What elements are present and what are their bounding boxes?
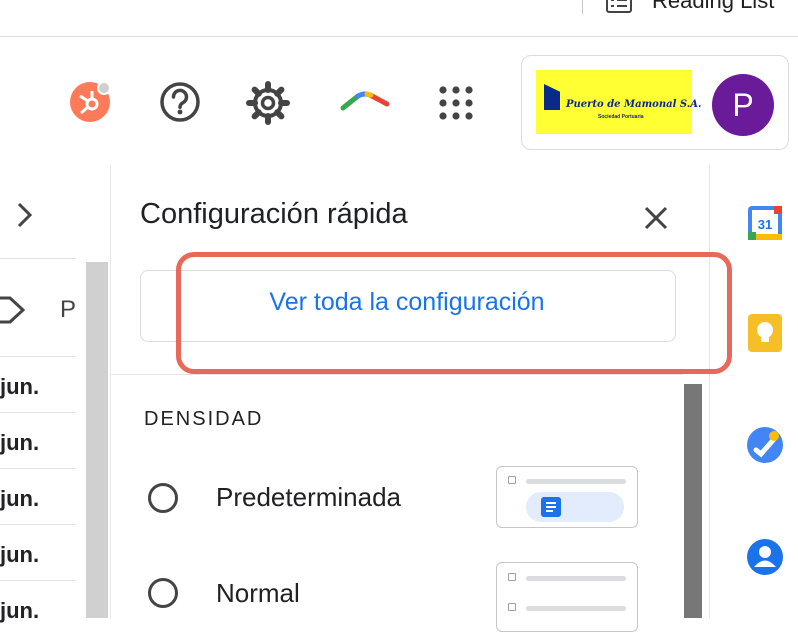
preview-checkbox: [508, 573, 516, 581]
list-item-date: jun.: [0, 542, 40, 567]
panel-divider: [111, 374, 683, 375]
density-normal-radio[interactable]: [148, 578, 178, 608]
company-logo-tagline: Sociedad Portuaria: [598, 114, 644, 120]
avatar[interactable]: P: [712, 74, 774, 136]
column-header[interactable]: P: [60, 296, 76, 324]
list-item-date: jun.: [0, 486, 40, 511]
calendar-icon[interactable]: 31: [746, 204, 784, 242]
close-icon[interactable]: [640, 202, 672, 234]
panel-scrollbar[interactable]: [684, 384, 702, 618]
preview-line: [526, 576, 626, 581]
density-normal-label[interactable]: Normal: [216, 578, 300, 609]
toolbar-divider: [582, 0, 583, 14]
settings-icon[interactable]: [245, 80, 291, 126]
drive-arc-icon[interactable]: [340, 88, 390, 112]
apps-grid-icon[interactable]: [437, 84, 475, 122]
reading-list-button[interactable]: Reading List: [652, 0, 774, 14]
preview-checkbox: [508, 603, 516, 611]
list-item-date: jun.: [0, 598, 40, 623]
label-icon[interactable]: [0, 292, 26, 328]
list-item-date: jun.: [0, 374, 40, 399]
hubspot-icon[interactable]: [68, 80, 112, 124]
list-scrollbar[interactable]: [86, 262, 108, 618]
preview-line: [526, 479, 626, 484]
help-icon[interactable]: [158, 80, 202, 124]
quick-settings-panel: [110, 165, 710, 618]
contacts-icon[interactable]: [746, 538, 784, 576]
chevron-right-icon[interactable]: [12, 200, 36, 230]
tasks-icon[interactable]: [746, 426, 784, 464]
reading-list-icon[interactable]: [606, 0, 632, 14]
panel-title: Configuración rápida: [140, 198, 408, 230]
density-heading: DENSIDAD: [144, 408, 264, 430]
preview-checkbox: [508, 476, 516, 484]
density-default-radio[interactable]: [148, 483, 178, 513]
calendar-day: 31: [758, 217, 772, 232]
highlight-annotation: [176, 252, 732, 374]
density-normal-preview[interactable]: [496, 562, 638, 632]
company-logo-name: Puerto de Mamonal S.A.: [566, 99, 702, 110]
list-divider: [0, 258, 76, 259]
keep-icon[interactable]: [746, 314, 784, 352]
density-default-label[interactable]: Predeterminada: [216, 482, 401, 513]
preview-line: [526, 606, 626, 611]
list-item-date: jun.: [0, 430, 40, 455]
document-icon: [541, 497, 561, 517]
